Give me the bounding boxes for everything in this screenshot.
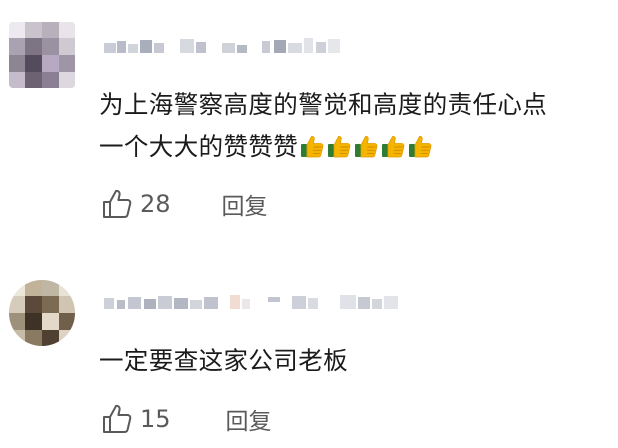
like-count: 15 xyxy=(140,405,171,433)
thumbs-up-emoji-icon xyxy=(353,130,379,172)
comment-text-line: 为上海警察高度的警觉和高度的责任心点 xyxy=(99,90,548,119)
reply-button[interactable]: 回复 xyxy=(222,187,268,221)
comment-text-line: 一个大大的赞赞赞 xyxy=(99,132,299,161)
comment-text: 为上海警察高度的警觉和高度的责任心点 一个大大的赞赞赞 xyxy=(99,84,609,172)
comment-actions: 28 回复 xyxy=(101,186,268,222)
comment-text-line: 一定要查这家公司老板 xyxy=(99,346,348,375)
thumbs-up-outline-icon xyxy=(103,189,132,218)
thumbs-up-emoji-icon xyxy=(407,130,433,172)
thumbs-up-outline-icon xyxy=(103,404,132,433)
username-blurred[interactable] xyxy=(104,33,344,59)
avatar[interactable] xyxy=(9,280,75,346)
like-button[interactable]: 15 xyxy=(101,403,171,435)
thumbs-up-emoji-icon xyxy=(299,130,325,172)
avatar[interactable] xyxy=(9,22,75,88)
reply-button[interactable]: 回复 xyxy=(226,402,272,436)
username-blurred[interactable] xyxy=(104,289,404,315)
comment-text: 一定要查这家公司老板 xyxy=(99,340,609,382)
comment-actions: 15 回复 xyxy=(101,401,272,437)
thumbs-up-emoji-icon xyxy=(380,130,406,172)
like-count: 28 xyxy=(140,190,171,218)
like-button[interactable]: 28 xyxy=(101,188,171,220)
thumbs-up-emoji-icon xyxy=(326,130,352,172)
